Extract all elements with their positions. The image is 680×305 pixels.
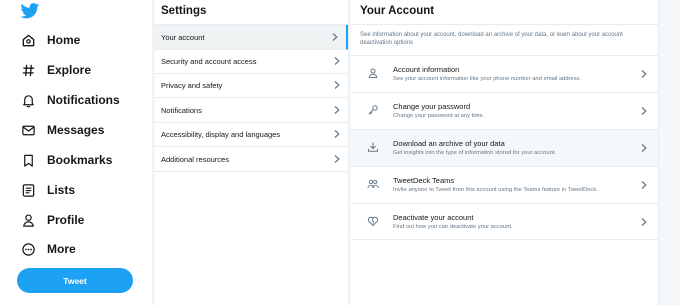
settings-item-label: Accessibility, display and languages xyxy=(161,129,281,139)
account-item-change-password[interactable]: Change your password Change your passwor… xyxy=(351,92,658,129)
settings-item-accessibility[interactable]: Accessibility, display and languages xyxy=(154,122,348,147)
nav-item-home[interactable]: Home xyxy=(20,29,80,51)
nav-item-messages[interactable]: Messages xyxy=(20,119,104,141)
settings-item-privacy[interactable]: Privacy and safety xyxy=(154,73,348,98)
nav-item-label: More xyxy=(47,242,76,256)
settings-title: Settings xyxy=(161,5,207,17)
settings-column: Settings Your account Security and accou… xyxy=(153,0,349,305)
team-icon xyxy=(367,179,379,189)
account-column: Your Account See information about your … xyxy=(351,0,659,305)
bookmark-icon xyxy=(20,152,36,168)
account-item-deactivate[interactable]: Deactivate your account Find out how you… xyxy=(351,203,658,240)
chevron-right-icon xyxy=(334,106,340,114)
person-icon xyxy=(20,212,36,228)
account-item-account-information[interactable]: Account information See your account inf… xyxy=(351,55,658,92)
nav-item-label: Notifications xyxy=(47,93,120,107)
nav-item-explore[interactable]: Explore xyxy=(20,59,91,81)
nav-item-label: Explore xyxy=(47,63,92,77)
settings-item-notifications[interactable]: Notifications xyxy=(154,98,348,123)
settings-item-label: Additional resources xyxy=(161,154,229,164)
nav-item-more[interactable]: More xyxy=(20,238,76,260)
settings-item-security[interactable]: Security and account access xyxy=(154,49,348,74)
chevron-right-icon xyxy=(641,181,647,189)
chevron-right-icon xyxy=(641,107,647,115)
nav-item-label: Home xyxy=(47,33,81,47)
settings-item-label: Security and account access xyxy=(161,56,257,66)
list-icon xyxy=(20,182,36,198)
chevron-right-icon xyxy=(334,155,340,163)
nav-item-lists[interactable]: Lists xyxy=(20,179,75,201)
chevron-right-icon xyxy=(641,70,647,78)
tweet-button[interactable]: Tweet xyxy=(17,268,133,293)
account-item-subtitle: See your account information like your p… xyxy=(393,76,582,82)
account-item-download-archive[interactable]: Download an archive of your data Get ins… xyxy=(351,129,658,166)
chevron-right-icon xyxy=(334,81,340,89)
settings-item-your-account[interactable]: Your account xyxy=(154,25,348,50)
divider xyxy=(351,24,658,25)
chevron-right-icon xyxy=(334,57,340,65)
home-icon xyxy=(20,32,36,48)
chevron-right-icon xyxy=(332,33,338,41)
settings-item-label: Notifications xyxy=(161,105,202,115)
twitter-bird-icon[interactable] xyxy=(20,3,40,19)
chevron-right-icon xyxy=(641,217,647,226)
settings-item-label: Your account xyxy=(161,32,205,42)
account-item-title: TweetDeck Teams xyxy=(393,176,455,185)
settings-item-additional-resources[interactable]: Additional resources xyxy=(154,147,348,172)
bell-icon xyxy=(20,92,36,108)
account-description: See information about your account, down… xyxy=(360,32,623,46)
account-item-title: Account information xyxy=(393,65,460,74)
nav-item-label: Messages xyxy=(47,123,105,137)
account-item-subtitle: Find out how you can deactivate your acc… xyxy=(393,224,513,230)
download-icon xyxy=(368,142,378,152)
primary-nav: Home Explore Notifications Messages Book… xyxy=(0,0,152,305)
key-icon xyxy=(368,105,378,115)
chevron-right-icon xyxy=(641,144,647,152)
chevron-right-icon xyxy=(334,130,340,138)
account-item-subtitle: Invite anyone to Tweet from this account… xyxy=(393,187,598,193)
account-item-subtitle: Change your password at any time. xyxy=(393,113,485,119)
more-icon xyxy=(20,241,36,257)
settings-item-label: Privacy and safety xyxy=(161,80,223,90)
envelope-icon xyxy=(20,122,36,138)
account-item-title: Download an archive of your data xyxy=(393,139,505,148)
account-item-subtitle: Get insights into the type of informatio… xyxy=(393,150,557,156)
nav-item-label: Lists xyxy=(47,183,76,197)
nav-item-label: Profile xyxy=(47,213,85,227)
account-item-tweetdeck-teams[interactable]: TweetDeck Teams Invite anyone to Tweet f… xyxy=(351,166,658,203)
account-title: Your Account xyxy=(360,5,435,17)
hashtag-icon xyxy=(20,62,36,78)
nav-item-bookmarks[interactable]: Bookmarks xyxy=(20,149,112,171)
person-icon xyxy=(368,68,378,78)
account-item-title: Deactivate your account xyxy=(393,213,474,222)
nav-item-profile[interactable]: Profile xyxy=(20,209,84,231)
account-item-title: Change your password xyxy=(393,102,471,111)
broken-heart-icon xyxy=(367,216,379,226)
nav-item-notifications[interactable]: Notifications xyxy=(20,89,120,111)
nav-item-label: Bookmarks xyxy=(47,153,113,167)
